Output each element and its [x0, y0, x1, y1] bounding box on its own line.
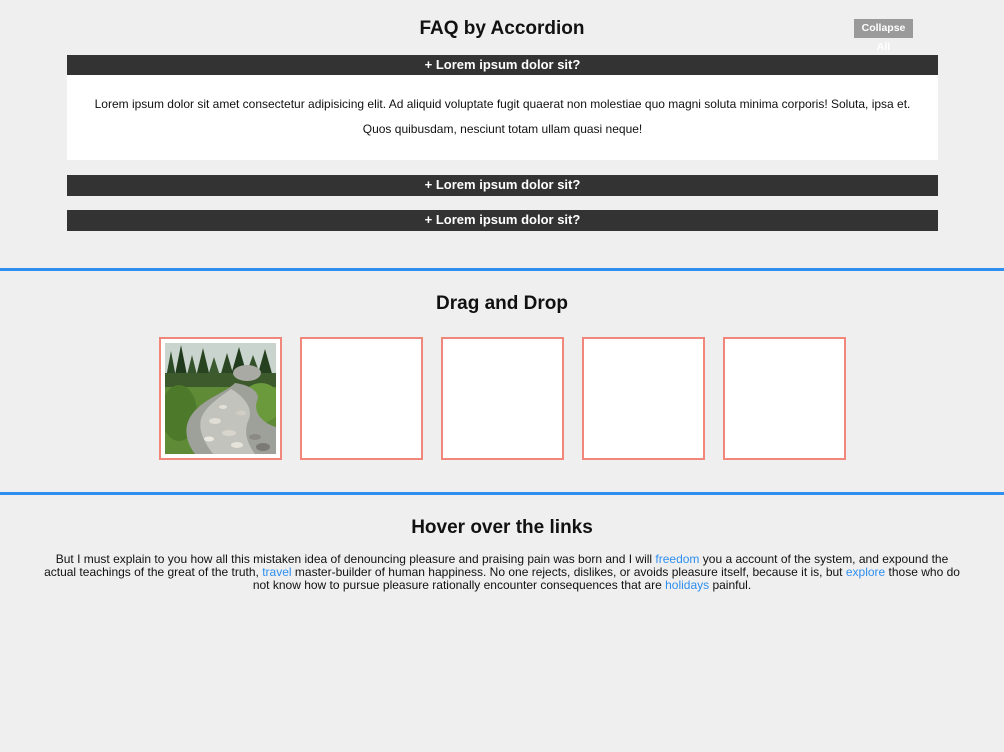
- accordion-panel-1: Lorem ipsum dolor sit amet consectetur a…: [67, 75, 938, 160]
- accordion-content-line-1: Lorem ipsum dolor sit amet consectetur a…: [94, 97, 911, 111]
- drop-box-3[interactable]: [441, 337, 564, 460]
- faq-section: FAQ by Accordion Collapse All + Lorem ip…: [0, 0, 1004, 268]
- accordion-content-line-2: Quos quibusdam, nesciunt totam ullam qua…: [362, 122, 643, 136]
- collapse-all-button[interactable]: Collapse All: [854, 19, 913, 53]
- hover-paragraph: But I must explain to you how all this m…: [42, 553, 962, 592]
- link-travel[interactable]: travel: [262, 565, 291, 579]
- drop-box-2[interactable]: [300, 337, 423, 460]
- draggable-photo[interactable]: [165, 343, 276, 454]
- paragraph-text: But I must explain to you how all this m…: [55, 552, 656, 566]
- link-freedom[interactable]: freedom: [655, 552, 699, 566]
- drag-drop-title: Drag and Drop: [436, 293, 568, 314]
- section-divider: [0, 268, 1004, 271]
- accordion-header-2[interactable]: + Lorem ipsum dolor sit?: [67, 175, 938, 196]
- drop-box-5[interactable]: [723, 337, 846, 460]
- accordion-header-1[interactable]: + Lorem ipsum dolor sit?: [67, 55, 938, 76]
- section-divider: [0, 492, 1004, 495]
- accordion-header-3[interactable]: + Lorem ipsum dolor sit?: [67, 210, 938, 231]
- drop-box-1[interactable]: [159, 337, 282, 460]
- drop-box-4[interactable]: [582, 337, 705, 460]
- paragraph-text: painful.: [709, 578, 752, 592]
- hover-links-title: Hover over the links: [411, 517, 593, 538]
- link-explore[interactable]: explore: [846, 565, 885, 579]
- paragraph-text: master-builder of human happiness. No on…: [291, 565, 846, 579]
- link-holidays[interactable]: holidays: [665, 578, 709, 592]
- stream-photo-image: [165, 343, 276, 454]
